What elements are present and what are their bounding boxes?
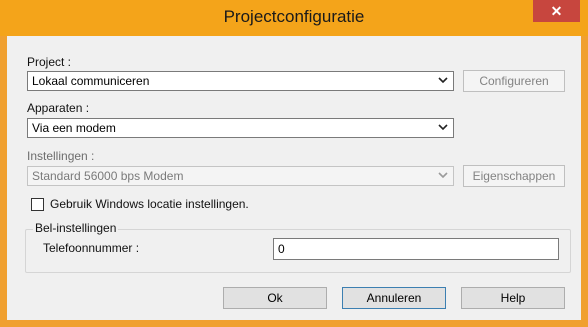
project-select[interactable]: Lokaal communiceren	[27, 71, 454, 91]
title-bar[interactable]: Projectconfiguratie ✕	[0, 0, 588, 36]
devices-label: Apparaten :	[27, 101, 90, 115]
phone-input[interactable]: 0	[273, 238, 559, 260]
settings-select[interactable]: Standard 56000 bps Modem	[27, 166, 454, 186]
phone-label: Telefoonnummer :	[43, 241, 140, 255]
chevron-down-icon	[438, 124, 448, 131]
help-button[interactable]: Help	[461, 287, 565, 309]
close-button[interactable]: ✕	[533, 0, 580, 22]
settings-select-value: Standard 56000 bps Modem	[32, 169, 184, 183]
windows-location-label: Gebruik Windows locatie instellingen.	[50, 197, 249, 211]
dial-settings-group-label: Bel-instellingen	[33, 221, 119, 235]
devices-select-value: Via een modem	[32, 121, 116, 135]
window-title: Projectconfiguratie	[223, 7, 365, 26]
ok-button[interactable]: Ok	[223, 287, 327, 309]
windows-location-checkbox[interactable]	[31, 198, 44, 211]
dialog-body: Project : Lokaal communiceren Configurer…	[7, 36, 581, 320]
chevron-down-icon	[438, 77, 448, 84]
cancel-button[interactable]: Annuleren	[342, 287, 446, 309]
properties-button[interactable]: Eigenschappen	[463, 165, 565, 187]
devices-select[interactable]: Via een modem	[27, 118, 454, 138]
chevron-down-icon	[438, 172, 448, 179]
project-select-value: Lokaal communiceren	[32, 74, 150, 88]
close-icon: ✕	[550, 3, 563, 19]
settings-label: Instellingen :	[27, 149, 95, 163]
configure-button[interactable]: Configureren	[463, 70, 565, 92]
project-label: Project :	[27, 55, 72, 69]
dialog-window: Projectconfiguratie ✕ Project : Lokaal c…	[0, 0, 588, 327]
